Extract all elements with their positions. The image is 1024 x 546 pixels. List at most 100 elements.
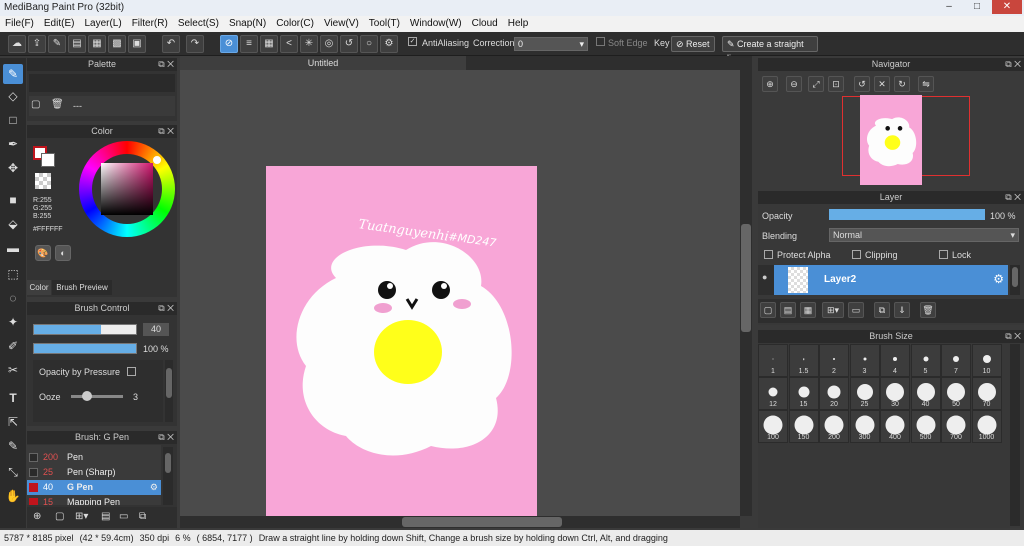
vertical-scrollbar[interactable] — [740, 70, 752, 516]
pen-tool-icon[interactable]: ✒ — [3, 134, 23, 154]
navigator-thumbnail[interactable] — [860, 95, 922, 185]
minimize-button[interactable]: – — [936, 0, 962, 14]
brush-item-pen[interactable]: 200 Pen — [27, 450, 159, 465]
brush-size-option[interactable]: 5 — [910, 344, 941, 377]
vanishing-snap-icon[interactable]: < — [280, 35, 298, 53]
new-halftone-layer-icon[interactable]: ▤ — [780, 302, 796, 318]
fit-window-icon[interactable]: ⤢ — [808, 76, 824, 92]
trash-icon[interactable]: 🗑 — [51, 99, 65, 113]
clipping-checkbox[interactable] — [852, 250, 861, 259]
brush-size-option[interactable]: 30 — [880, 377, 910, 410]
page-icon[interactable]: ▦ — [88, 35, 106, 53]
layer-type-menu-icon[interactable]: ⊞▾ — [822, 302, 844, 318]
folder-icon[interactable]: ▭ — [119, 511, 128, 522]
rectangle-tool-icon[interactable]: □ — [3, 110, 23, 130]
delete-layer-icon[interactable]: 🗑 — [920, 302, 936, 318]
brush-size-option[interactable]: 2 — [819, 344, 849, 377]
magic-wand-tool-icon[interactable]: ✦ — [3, 312, 23, 332]
layer-scrollbar[interactable] — [1010, 265, 1020, 295]
rotate-right-icon[interactable]: ↻ — [894, 76, 910, 92]
brush-size-option[interactable]: 150 — [788, 410, 819, 443]
menu-snap[interactable]: Snap(N) — [224, 16, 271, 32]
snap-off-icon[interactable]: ⊘ — [220, 35, 238, 53]
opacity-by-pressure-checkbox[interactable] — [127, 367, 136, 376]
menu-view[interactable]: View(V) — [319, 16, 364, 32]
brush-size-option[interactable]: 70 — [971, 377, 1002, 410]
flip-horizontal-icon[interactable]: ⇋ — [918, 76, 934, 92]
select-eraser-tool-icon[interactable]: ✂ — [3, 360, 23, 380]
brush-size-option[interactable]: 1000 — [971, 410, 1002, 443]
tab-untitled[interactable]: Untitled — [180, 56, 466, 70]
new-brush-icon[interactable]: ▢ — [55, 511, 64, 522]
parallel-snap-icon[interactable]: ≡ — [240, 35, 258, 53]
secondary-color-swatch[interactable] — [41, 153, 55, 167]
cross-snap-icon[interactable]: ▦ — [260, 35, 278, 53]
panel-controls-icon[interactable]: ⧉ ✕ — [1005, 58, 1021, 71]
protect-alpha-checkbox[interactable] — [764, 250, 773, 259]
brush-opacity-slider[interactable] — [33, 343, 137, 354]
move-tool-icon[interactable]: ✥ — [3, 158, 23, 178]
settings-snap-icon[interactable]: ⚙ — [380, 35, 398, 53]
gear-icon[interactable]: ⚙ — [150, 480, 158, 495]
brush-options-icon[interactable]: ⊞▾ — [75, 511, 88, 522]
brush-size-option[interactable]: 500 — [910, 410, 941, 443]
grid-icon[interactable]: ▩ — [108, 35, 126, 53]
gear-icon[interactable]: ⚙ — [993, 272, 1004, 286]
concentric-snap-icon[interactable]: ◎ — [320, 35, 338, 53]
menu-file[interactable]: File(F) — [0, 16, 39, 32]
menu-cloud[interactable]: Cloud — [467, 16, 503, 32]
tab-color[interactable]: Color — [27, 280, 51, 295]
color-mix-icon[interactable]: ◐ — [55, 245, 71, 261]
fill-rect-tool-icon[interactable]: ■ — [3, 190, 23, 210]
merge-down-icon[interactable]: ⇓ — [894, 302, 910, 318]
menu-edit[interactable]: Edit(E) — [39, 16, 80, 32]
actual-size-icon[interactable]: ⊡ — [828, 76, 844, 92]
panel-controls-icon[interactable]: ⧉ ✕ — [158, 125, 174, 138]
undo-icon[interactable]: ↶ — [162, 35, 180, 53]
gradient-tool-icon[interactable]: ▬ — [3, 238, 23, 258]
brush-size-option[interactable]: 3 — [849, 344, 880, 377]
horizontal-scrollbar[interactable] — [180, 516, 740, 528]
zoom-out-icon[interactable]: ⊖ — [786, 76, 802, 92]
blending-select[interactable]: Normal ▾ — [829, 228, 1019, 242]
drawing-canvas[interactable]: Tuatnguyenhi #MD247 — [266, 166, 537, 516]
cloud-icon[interactable]: ☁ — [8, 35, 26, 53]
menu-layer[interactable]: Layer(L) — [79, 16, 126, 32]
brush-size-option[interactable]: 1 — [758, 344, 788, 377]
redo-icon[interactable]: ↷ — [186, 35, 204, 53]
panel-controls-icon[interactable]: ⧉ ✕ — [1005, 330, 1021, 343]
brush-size-option[interactable]: 50 — [941, 377, 971, 410]
eyedropper-tool-icon[interactable]: ✎ — [3, 436, 23, 456]
brush-settings-icon[interactable]: ▤ — [101, 511, 110, 522]
brush-size-option[interactable]: 25 — [849, 377, 880, 410]
lock-checkbox[interactable] — [939, 250, 948, 259]
reset-rotation-icon[interactable]: ✕ — [874, 76, 890, 92]
brush-control-scrollbar[interactable] — [165, 360, 173, 422]
eye-icon[interactable]: ● — [762, 272, 772, 282]
frame-icon[interactable]: ▣ — [128, 35, 146, 53]
reset-button[interactable]: ⊘ Reset — [671, 36, 715, 52]
brush-size-option[interactable]: 7 — [941, 344, 971, 377]
panel-controls-icon[interactable]: ⧉ ✕ — [1005, 191, 1021, 204]
correction-select[interactable]: 0 ▾ — [514, 37, 588, 51]
layer-opacity-slider[interactable] — [829, 209, 985, 220]
brush-item-pen-sharp[interactable]: 25 Pen (Sharp) — [27, 465, 159, 480]
menu-tool[interactable]: Tool(T) — [364, 16, 405, 32]
layer-row-layer2[interactable]: Layer2 ⚙ — [774, 265, 1008, 295]
comment-icon[interactable]: ✎ — [48, 35, 66, 53]
brush-size-option[interactable]: 700 — [941, 410, 971, 443]
curve-snap-icon[interactable]: ↺ — [340, 35, 358, 53]
antialiasing-checkbox[interactable]: ✓ — [408, 37, 417, 46]
panel-controls-icon[interactable]: ⧉ ✕ — [158, 302, 174, 315]
panel-controls-icon[interactable]: ⧉ ✕ — [158, 431, 174, 444]
transparent-swatch[interactable] — [35, 173, 51, 189]
select-rect-tool-icon[interactable]: ⬚ — [3, 264, 23, 284]
share-icon[interactable]: ⇪ — [28, 35, 46, 53]
circle-snap-icon[interactable]: ○ — [360, 35, 378, 53]
brush-size-option[interactable]: 400 — [880, 410, 910, 443]
layer-folder-icon[interactable]: ▭ — [848, 302, 864, 318]
rotate-left-icon[interactable]: ↺ — [854, 76, 870, 92]
saturation-value-square[interactable] — [101, 163, 153, 215]
add-brush-icon[interactable]: ⊕ — [33, 511, 41, 522]
hue-handle[interactable] — [153, 156, 161, 164]
